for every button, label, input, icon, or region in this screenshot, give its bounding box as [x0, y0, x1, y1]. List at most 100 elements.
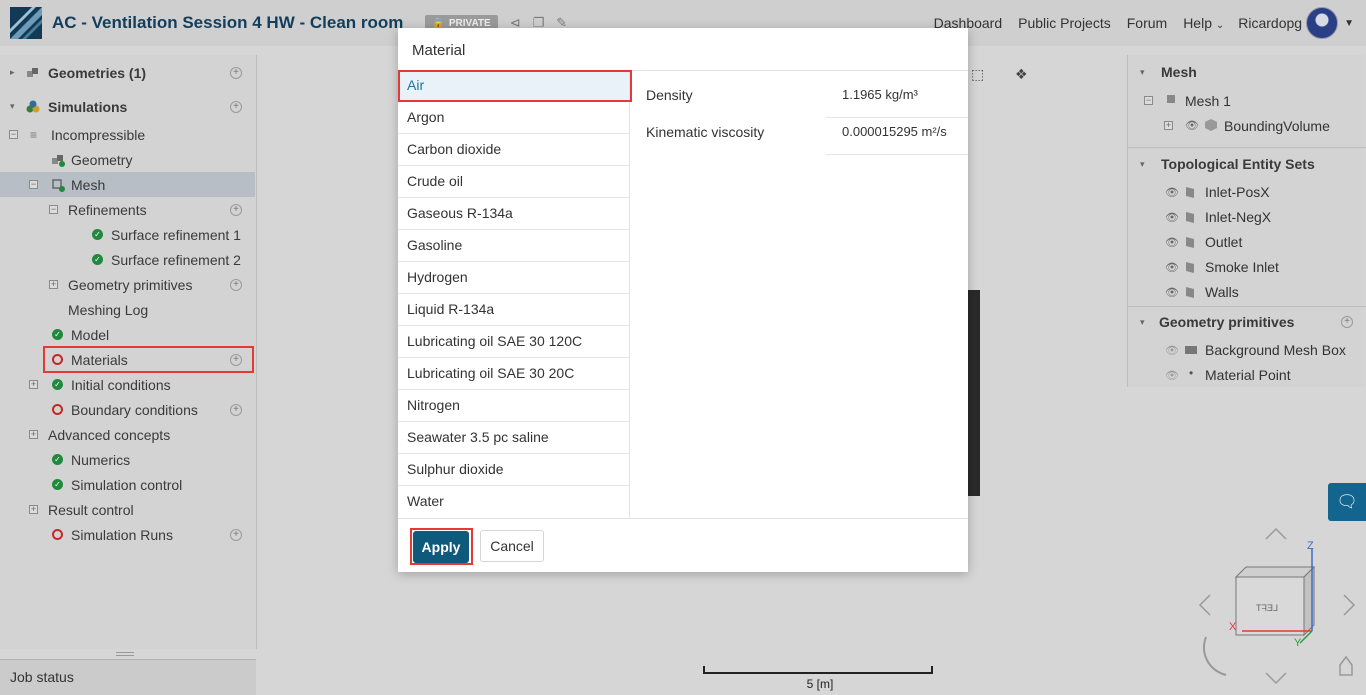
tree-mesh[interactable]: − Mesh	[0, 172, 255, 197]
nav-public-projects[interactable]: Public Projects	[1018, 15, 1111, 31]
eye-icon[interactable]: 👁	[1185, 119, 1199, 132]
expand-box-icon[interactable]: +	[29, 430, 38, 439]
eye-icon[interactable]: 👁	[1165, 186, 1179, 199]
topo-item-label[interactable]: Walls	[1205, 284, 1239, 300]
material-item-lub-oil-20c[interactable]: Lubricating oil SAE 30 20C	[398, 358, 629, 390]
tree-refinements[interactable]: − Refinements +	[0, 197, 255, 222]
tree-label: Mesh	[71, 176, 106, 193]
mesh-icon	[52, 178, 65, 192]
material-item-hydrogen[interactable]: Hydrogen	[398, 262, 629, 294]
simulations-icon	[26, 100, 40, 112]
material-item-sulphur-dioxide[interactable]: Sulphur dioxide	[398, 454, 629, 486]
collapse-box-icon[interactable]: −	[1144, 96, 1153, 105]
tree-geometries[interactable]: ▸ Geometries (1) +	[0, 60, 255, 85]
topo-item-label[interactable]: Inlet-NegX	[1205, 209, 1271, 225]
tree-initial-conditions[interactable]: + ✓ Initial conditions	[0, 372, 255, 397]
point-icon: •	[1189, 366, 1194, 380]
topo-item-label[interactable]: Smoke Inlet	[1205, 259, 1279, 275]
tree-simulations[interactable]: ▾ Simulations +	[0, 94, 255, 119]
tree-model[interactable]: ✓ Model	[0, 322, 255, 347]
tree-simulation-control[interactable]: ✓ Simulation control	[0, 472, 255, 497]
expand-arrow-icon[interactable]: ▾	[1140, 159, 1145, 170]
expand-box-icon[interactable]: +	[29, 380, 38, 389]
material-item-argon[interactable]: Argon	[398, 102, 629, 134]
tree-geometry-primitives[interactable]: + Geometry primitives +	[0, 272, 255, 297]
simscale-logo[interactable]	[10, 7, 42, 39]
material-properties: Density 1.1965 kg/m³ Kinematic viscosity…	[631, 70, 968, 518]
eye-icon[interactable]: 👁	[1165, 344, 1179, 357]
job-status-bar[interactable]: Job status	[0, 659, 256, 695]
topo-item-label[interactable]: Inlet-PosX	[1205, 184, 1270, 200]
tree-label: Boundary conditions	[71, 401, 198, 418]
orientation-cube[interactable]: LEFT Z X Y	[1196, 525, 1366, 695]
material-item-carbon-dioxide[interactable]: Carbon dioxide	[398, 134, 629, 166]
box-select-icon[interactable]: ⬚	[971, 66, 984, 83]
mesh-view-icon[interactable]: ❖	[1015, 66, 1028, 83]
eye-icon[interactable]: 👁	[1165, 211, 1179, 224]
material-item-gaseous-r134a[interactable]: Gaseous R-134a	[398, 198, 629, 230]
property-value: 0.000015295 m²/s	[842, 124, 947, 139]
check-circle-icon: ✓	[92, 254, 103, 265]
divider	[826, 117, 968, 118]
add-boundary-condition-icon[interactable]: +	[230, 403, 242, 416]
tree-advanced-concepts[interactable]: + Advanced concepts	[0, 422, 255, 447]
axis-y-label: Y	[1294, 637, 1302, 649]
collapse-box-icon[interactable]: −	[29, 180, 38, 189]
tree-surface-refinement-1[interactable]: ✓ Surface refinement 1	[0, 222, 255, 247]
material-item-nitrogen[interactable]: Nitrogen	[398, 390, 629, 422]
material-item-water[interactable]: Water	[398, 486, 629, 518]
tree-incompressible[interactable]: − ≡ Incompressible	[0, 122, 255, 147]
expand-box-icon[interactable]: +	[29, 505, 38, 514]
cancel-button[interactable]: Cancel	[480, 530, 544, 562]
tree-meshing-log[interactable]: Meshing Log	[0, 297, 255, 322]
chat-icon[interactable]: 🗨	[1328, 483, 1366, 521]
tree-geometry[interactable]: Geometry	[0, 147, 255, 172]
add-refinement-icon[interactable]: +	[230, 203, 242, 216]
primitive-item-label[interactable]: Background Mesh Box	[1205, 342, 1346, 358]
expand-box-icon[interactable]: +	[49, 280, 58, 289]
add-simulation-icon[interactable]: +	[230, 100, 242, 113]
collapse-box-icon[interactable]: −	[49, 205, 58, 214]
add-simulation-run-icon[interactable]: +	[230, 528, 242, 541]
mesh-1-label[interactable]: Mesh 1	[1185, 93, 1231, 109]
tree-label: Advanced concepts	[48, 426, 171, 443]
tree-numerics[interactable]: ✓ Numerics	[0, 447, 255, 472]
nav-user[interactable]: Ricardopg	[1238, 15, 1302, 31]
add-primitive-icon[interactable]: +	[230, 278, 242, 291]
primitive-item-label[interactable]: Material Point	[1205, 367, 1291, 383]
eye-icon[interactable]: 👁	[1165, 236, 1179, 249]
eye-icon[interactable]: 👁	[1165, 261, 1179, 274]
tree-label: Simulations	[48, 98, 128, 115]
panel-resize-grip[interactable]	[116, 652, 134, 656]
material-item-gasoline[interactable]: Gasoline	[398, 230, 629, 262]
user-chevron-down-icon[interactable]: ▼	[1344, 18, 1354, 29]
expand-arrow-icon[interactable]: ▾	[10, 101, 15, 112]
expand-arrow-icon[interactable]: ▾	[1140, 67, 1145, 78]
expand-box-icon[interactable]: +	[1164, 121, 1173, 130]
tree-boundary-conditions[interactable]: Boundary conditions +	[0, 397, 255, 422]
tree-label: Surface refinement 2	[111, 251, 241, 268]
main-nav: Dashboard Public Projects Forum Help ⌄ R…	[934, 0, 1366, 46]
add-primitive-icon[interactable]: +	[1341, 316, 1353, 328]
bounding-volume-label[interactable]: BoundingVolume	[1224, 118, 1330, 134]
eye-icon[interactable]: 👁	[1165, 286, 1179, 299]
divider	[1128, 147, 1366, 148]
avatar[interactable]	[1306, 7, 1339, 39]
tree-surface-refinement-2[interactable]: ✓ Surface refinement 2	[0, 247, 255, 272]
material-item-seawater[interactable]: Seawater 3.5 pc saline	[398, 422, 629, 454]
material-item-liquid-r134a[interactable]: Liquid R-134a	[398, 294, 629, 326]
collapse-box-icon[interactable]: −	[9, 130, 18, 139]
expand-arrow-icon[interactable]: ▾	[1140, 317, 1145, 328]
nav-forum[interactable]: Forum	[1127, 15, 1167, 31]
add-geometry-icon[interactable]: +	[230, 66, 242, 79]
face-set-icon	[1186, 187, 1194, 198]
topo-item-label[interactable]: Outlet	[1205, 234, 1242, 250]
nav-help[interactable]: Help ⌄	[1183, 15, 1224, 31]
material-item-crude-oil[interactable]: Crude oil	[398, 166, 629, 198]
collapse-arrow-icon[interactable]: ▸	[10, 67, 15, 78]
tree-simulation-runs[interactable]: Simulation Runs +	[0, 522, 255, 547]
tree-result-control[interactable]: + Result control	[0, 497, 255, 522]
material-item-lub-oil-120c[interactable]: Lubricating oil SAE 30 120C	[398, 326, 629, 358]
geometry-icon	[52, 154, 65, 167]
eye-icon[interactable]: 👁	[1165, 369, 1179, 382]
